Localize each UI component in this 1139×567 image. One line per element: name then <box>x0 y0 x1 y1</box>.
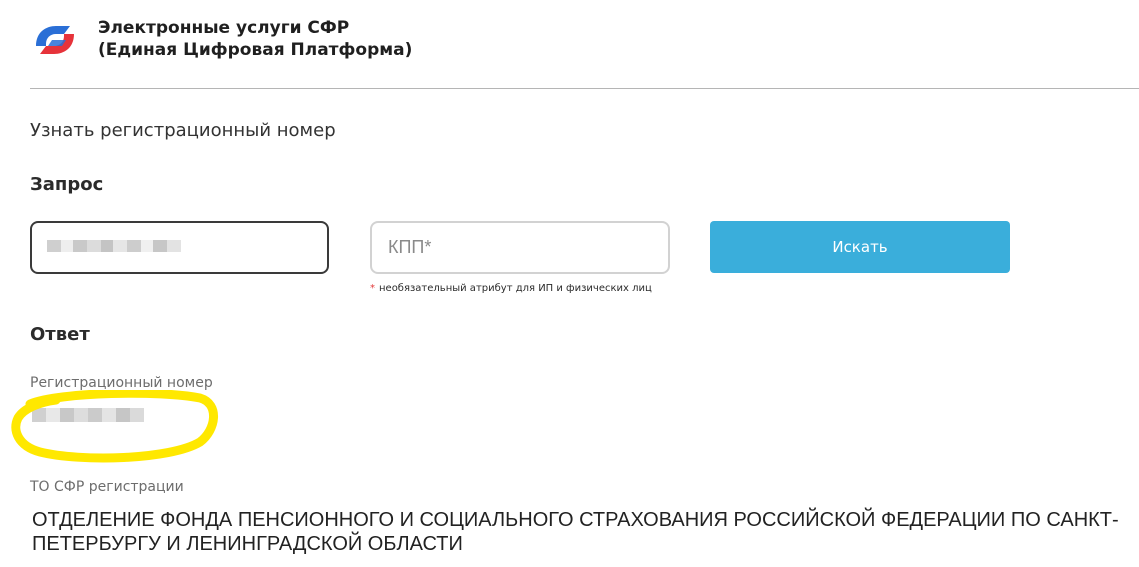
app-title-line2: (Единая Цифровая Платформа) <box>98 40 413 60</box>
page-title: Узнать регистрационный номер <box>30 120 336 141</box>
yellow-highlight-circle <box>11 390 218 463</box>
kpp-input[interactable] <box>370 221 670 274</box>
search-button[interactable]: Искать <box>710 221 1010 273</box>
kpp-hint: * необязательный атрибут для ИП и физичес… <box>370 283 652 294</box>
to-sfr-value: ОТДЕЛЕНИЕ ФОНДА ПЕНСИОННОГО И СОЦИАЛЬНОГ… <box>32 509 1119 555</box>
page: Электронные услуги СФР (Единая Цифровая … <box>0 0 1139 567</box>
header-divider <box>30 88 1139 89</box>
kpp-hint-text: необязательный атрибут для ИП и физическ… <box>379 283 652 294</box>
app-title: Электронные услуги СФР (Единая Цифровая … <box>98 17 412 61</box>
answer-section-title: Ответ <box>30 324 90 345</box>
app-title-line1: Электронные услуги СФР <box>98 18 350 38</box>
reg-number-label: Регистрационный номер <box>30 375 213 391</box>
to-sfr-label: ТО СФР регистрации <box>30 479 184 495</box>
required-star: * <box>370 283 375 294</box>
sfr-logo-icon[interactable] <box>30 20 80 60</box>
inn-value-obscured <box>47 240 181 252</box>
header: Электронные услуги СФР (Единая Цифровая … <box>0 0 1139 89</box>
request-section-title: Запрос <box>30 174 104 195</box>
